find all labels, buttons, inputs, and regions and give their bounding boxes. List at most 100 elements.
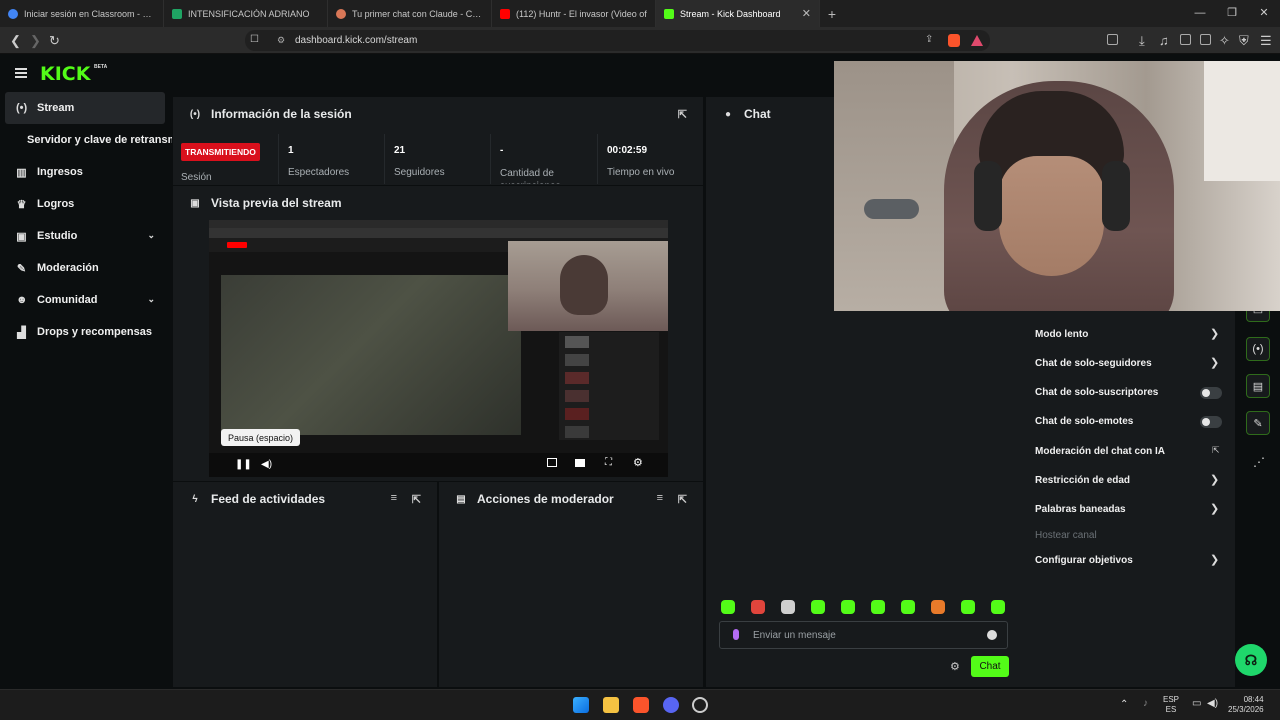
menu-item-goals[interactable]: Configurar objetivos [1035, 555, 1133, 566]
theater-icon[interactable] [575, 459, 585, 467]
preview-person [560, 255, 608, 315]
reader-icon[interactable] [1180, 34, 1191, 45]
filter-icon[interactable]: ≡ [657, 492, 663, 504]
address-bar[interactable]: ☐ ⚙ dashboard.kick.com/stream ⇪ [245, 30, 990, 51]
emoji-icon[interactable] [987, 630, 997, 640]
new-tab-button[interactable]: + [820, 0, 844, 27]
hamburger-menu-icon[interactable] [15, 68, 27, 78]
sidebar-item-estudio[interactable]: ▣ Estudio ⌄ [0, 220, 172, 252]
popout-icon[interactable]: ⇱ [678, 108, 687, 121]
subscribers-only-toggle[interactable] [1200, 387, 1222, 399]
menu-item-followers-only[interactable]: Chat de solo-seguidores [1035, 358, 1152, 369]
site-info-icon[interactable]: ⚙ [277, 35, 285, 46]
menu-item-age-restriction[interactable]: Restricción de edad [1035, 475, 1130, 486]
kick-logo[interactable]: KICK [40, 63, 90, 85]
sidebar-item-label: Servidor y clave de retransmisión [27, 134, 172, 146]
emote-icon[interactable] [811, 600, 825, 614]
browser-tab[interactable]: Tu primer chat con Claude - Claude [328, 0, 492, 27]
emote-icon[interactable] [841, 600, 855, 614]
menu-item-slow-mode[interactable]: Modo lento [1035, 329, 1088, 340]
broadcast-rail-icon[interactable]: (•) [1246, 337, 1270, 361]
pause-icon[interactable]: ❚❚ [235, 459, 252, 470]
settings-icon[interactable]: ⚙ [633, 456, 643, 469]
sidebar-toggle-icon[interactable] [1107, 34, 1118, 45]
sidebar-item-comunidad[interactable]: ☻ Comunidad ⌄ [0, 284, 172, 316]
chevron-down-icon[interactable]: ⌄ [147, 294, 155, 305]
chat-settings-icon[interactable]: ⚙ [950, 660, 960, 673]
language-indicator[interactable]: ESP ES [1163, 695, 1179, 715]
menu-icon[interactable]: ☰ [1260, 33, 1272, 49]
emote-icon[interactable] [781, 600, 795, 614]
clock[interactable]: 08:44 25/3/2026 [1228, 695, 1264, 715]
chevron-right-icon[interactable]: ❯ [1210, 356, 1219, 369]
menu-item-banned-words[interactable]: Palabras baneadas [1035, 504, 1126, 515]
sidebar-item-server-key[interactable]: Servidor y clave de retransmisión [0, 124, 172, 156]
chevron-right-icon[interactable]: ❯ [1210, 327, 1219, 340]
brave-shields-icon[interactable] [948, 34, 960, 47]
microphone-icon[interactable] [733, 629, 739, 640]
leo-icon[interactable]: ✧ [1219, 33, 1230, 49]
miniplayer-icon[interactable] [547, 458, 557, 467]
volume-tray-icon[interactable]: ◀) [1207, 699, 1218, 709]
minimize-button[interactable]: — [1184, 0, 1216, 27]
chat-send-button[interactable]: Chat [971, 656, 1009, 677]
sidebar-item-stream[interactable]: (•) Stream [5, 92, 165, 124]
browser-tab[interactable]: (112) Huntr - El invasor (Video of [492, 0, 656, 27]
microphone-tray-icon[interactable]: ♪ [1143, 699, 1148, 709]
chevron-right-icon[interactable]: ❯ [1210, 502, 1219, 515]
back-icon[interactable]: ❮ [10, 33, 21, 49]
network-icon[interactable]: ▭ [1192, 699, 1201, 709]
external-link-icon[interactable]: ⇱ [1212, 445, 1220, 456]
emote-icon[interactable] [751, 600, 765, 614]
popout-icon[interactable]: ⇱ [678, 493, 687, 506]
emote-icon[interactable] [931, 600, 945, 614]
brave-rewards-icon[interactable] [971, 35, 983, 46]
discord-icon[interactable] [663, 697, 679, 713]
emote-icon[interactable] [991, 600, 1005, 614]
wrench-rail-icon[interactable]: ✎ [1246, 411, 1270, 435]
brave-browser-icon[interactable] [633, 697, 649, 713]
emote-icon[interactable] [721, 600, 735, 614]
reload-icon[interactable]: ↻ [49, 33, 60, 49]
support-headset-icon[interactable]: ☊ [1235, 644, 1267, 676]
browser-tab[interactable]: Iniciar sesión en Classroom - Ordena [0, 0, 164, 27]
popout-icon[interactable]: ⇱ [412, 493, 421, 506]
sidebar-item-ingresos[interactable]: ▥ Ingresos [0, 156, 172, 188]
menu-item-ai-moderation[interactable]: Moderación del chat con IA [1035, 446, 1165, 457]
forward-icon[interactable]: ❯ [30, 33, 41, 49]
chat-bubble-icon: ● [724, 108, 732, 120]
emote-icon[interactable] [961, 600, 975, 614]
emote-icon[interactable] [901, 600, 915, 614]
windows-start-icon[interactable] [573, 697, 589, 713]
sidebar-item-drops[interactable]: ▟ Drops y recompensas [0, 316, 172, 348]
download-icon[interactable]: ⤓ [1139, 33, 1145, 49]
sidebar-item-logros[interactable]: ♛ Logros [0, 188, 172, 220]
share-icon[interactable]: ⇪ [925, 34, 933, 45]
chevron-right-icon[interactable]: ❯ [1210, 553, 1219, 566]
file-explorer-icon[interactable] [603, 697, 619, 713]
tray-chevron-icon[interactable]: ⌃ [1120, 700, 1128, 710]
share-nodes-icon[interactable]: ⋰ [1253, 455, 1265, 469]
volume-icon[interactable]: ◀) [261, 459, 272, 470]
browser-tab-active[interactable]: Stream - Kick Dashboard ✕ [656, 0, 820, 27]
emote-icon[interactable] [871, 600, 885, 614]
media-icon[interactable]: ♫ [1159, 33, 1169, 48]
emotes-only-toggle[interactable] [1200, 416, 1222, 428]
tab-title: Iniciar sesión en Classroom - Ordena [24, 8, 155, 19]
wallet-icon[interactable] [1200, 34, 1211, 45]
obs-icon[interactable] [692, 697, 708, 713]
chevron-down-icon[interactable]: ⌄ [147, 230, 155, 241]
clipboard-rail-icon[interactable]: ▤ [1246, 374, 1270, 398]
vpn-icon[interactable]: ⛨ [1239, 33, 1249, 49]
fullscreen-icon[interactable]: ⛶ [605, 457, 612, 468]
maximize-button[interactable]: ❐ [1216, 0, 1248, 27]
sidebar-item-label: Stream [37, 102, 75, 114]
close-tab-icon[interactable]: ✕ [802, 7, 811, 20]
browser-tab[interactable]: INTENSIFICACIÓN ADRIANO [164, 0, 328, 27]
chat-message-input[interactable]: Enviar un mensaje [719, 621, 1008, 649]
chevron-right-icon[interactable]: ❯ [1210, 473, 1219, 486]
sidebar-item-moderacion[interactable]: ✎ Moderación [0, 252, 172, 284]
filter-icon[interactable]: ≡ [391, 492, 397, 504]
bookmark-icon[interactable]: ☐ [250, 34, 259, 45]
close-window-button[interactable]: ✕ [1248, 0, 1280, 27]
